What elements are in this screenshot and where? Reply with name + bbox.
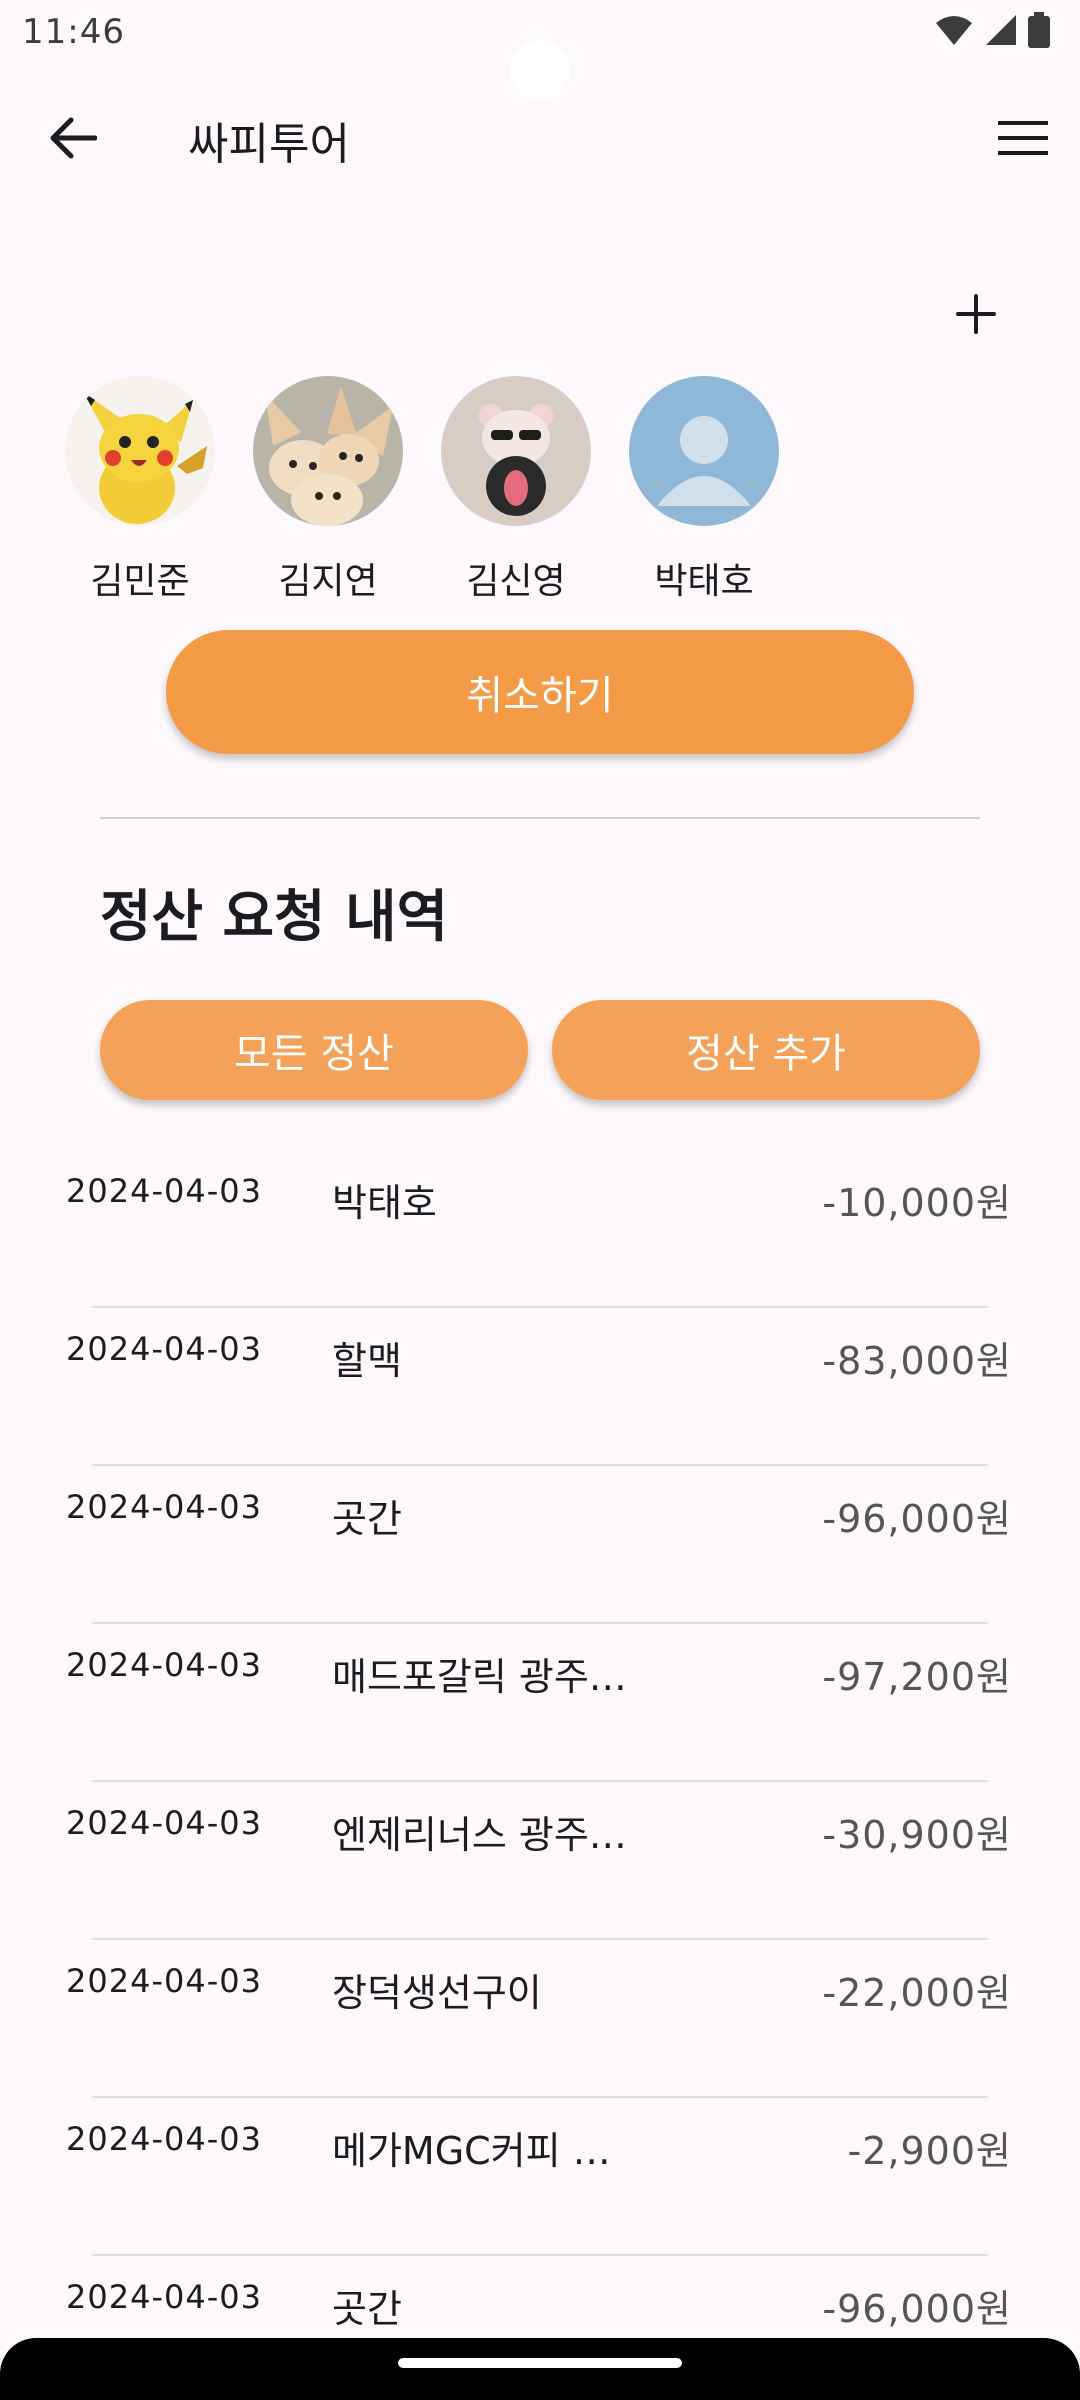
list-item[interactable]: 2024-04-03 할맥 -83,000원 xyxy=(0,1308,1080,1466)
member-item[interactable]: 김신영 xyxy=(426,376,606,604)
list-item[interactable]: 2024-04-03 장덕생선구이 -22,000원 xyxy=(0,1940,1080,2098)
signal-icon xyxy=(986,15,1016,45)
back-button[interactable] xyxy=(36,108,110,168)
all-settlements-button[interactable]: 모든 정산 xyxy=(100,1000,528,1100)
member-list: 김민준 김지연 김신영 박태호 xyxy=(50,376,1050,606)
item-amount: -96,000원 xyxy=(822,2287,1012,2331)
item-title: 메가MGC커피 … xyxy=(332,2129,611,2173)
item-amount: -22,000원 xyxy=(822,1971,1012,2015)
avatar xyxy=(253,376,403,526)
list-item[interactable]: 2024-04-03 엔제리너스 광주… -30,900원 xyxy=(0,1782,1080,1940)
member-name: 김민준 xyxy=(90,561,190,602)
item-title: 곳간 xyxy=(332,1497,402,1541)
menu-button[interactable] xyxy=(986,106,1060,170)
pikachu-avatar-image xyxy=(65,376,215,526)
item-amount: -96,000원 xyxy=(822,1497,1012,1541)
item-date: 2024-04-03 xyxy=(66,1172,262,1210)
item-title: 박태호 xyxy=(332,1181,437,1225)
list-item[interactable]: 2024-04-03 박태호 -10,000원 xyxy=(0,1150,1080,1308)
battery-icon xyxy=(1028,12,1050,48)
item-title: 곳간 xyxy=(332,2287,402,2331)
item-date: 2024-04-03 xyxy=(66,2120,262,2158)
default-user-icon xyxy=(629,376,779,526)
item-title: 엔제리너스 광주… xyxy=(332,1813,627,1857)
wifi-icon xyxy=(936,16,972,45)
system-nav-bar xyxy=(0,2338,1080,2400)
item-date: 2024-04-03 xyxy=(66,2278,262,2316)
member-name: 김지연 xyxy=(278,561,378,602)
item-amount: -10,000원 xyxy=(822,1181,1012,1225)
add-settlement-button[interactable]: 정산 추가 xyxy=(552,1000,980,1100)
member-item[interactable]: 김민준 xyxy=(50,376,230,604)
back-arrow-icon xyxy=(50,117,97,159)
plush-doll-avatar-image xyxy=(441,376,591,526)
list-item[interactable]: 2024-04-03 메가MGC커피 … -2,900원 xyxy=(0,2098,1080,2256)
divider xyxy=(100,817,980,819)
item-date: 2024-04-03 xyxy=(66,1646,262,1684)
avatar xyxy=(65,376,215,526)
list-item[interactable]: 2024-04-03 매드포갈릭 광주… -97,200원 xyxy=(0,1624,1080,1782)
add-member-button[interactable] xyxy=(942,280,1010,348)
item-amount: -83,000원 xyxy=(822,1339,1012,1383)
cancel-button[interactable]: 취소하기 xyxy=(166,630,914,754)
item-date: 2024-04-03 xyxy=(66,1488,262,1526)
item-amount: -30,900원 xyxy=(822,1813,1012,1857)
item-title: 장덕생선구이 xyxy=(332,1971,542,2015)
section-title: 정산 요청 내역 xyxy=(100,885,449,950)
item-date: 2024-04-03 xyxy=(66,1330,262,1368)
camera-cutout xyxy=(510,40,570,100)
app-bar: 싸피투어 xyxy=(0,96,1080,180)
item-title: 할맥 xyxy=(332,1339,402,1383)
member-name: 김신영 xyxy=(466,561,566,602)
status-time: 11:46 xyxy=(22,12,125,52)
status-bar: 11:46 xyxy=(0,0,1080,100)
item-amount: -2,900원 xyxy=(847,2129,1012,2173)
item-date: 2024-04-03 xyxy=(66,1804,262,1842)
member-item[interactable]: 박태호 xyxy=(614,376,794,604)
home-gesture-handle[interactable] xyxy=(398,2358,682,2368)
item-title: 매드포갈릭 광주… xyxy=(332,1655,627,1699)
menu-icon xyxy=(998,121,1048,155)
item-date: 2024-04-03 xyxy=(66,1962,262,2000)
page-title: 싸피투어 xyxy=(188,119,350,170)
fennec-foxes-avatar-image xyxy=(253,376,403,526)
plus-icon xyxy=(956,294,996,334)
item-amount: -97,200원 xyxy=(822,1655,1012,1699)
member-item[interactable]: 김지연 xyxy=(238,376,418,604)
screen: 11:46 싸피투어 김민준 김지연 김신영 박태호 취소하기 정산 요청 내역… xyxy=(0,0,1080,2400)
avatar xyxy=(629,376,779,526)
member-name: 박태호 xyxy=(654,561,754,602)
settlement-list: 2024-04-03 박태호 -10,000원 2024-04-03 할맥 -8… xyxy=(0,1150,1080,2400)
status-icons xyxy=(934,12,1050,48)
list-item[interactable]: 2024-04-03 곳간 -96,000원 xyxy=(0,1466,1080,1624)
avatar xyxy=(441,376,591,526)
